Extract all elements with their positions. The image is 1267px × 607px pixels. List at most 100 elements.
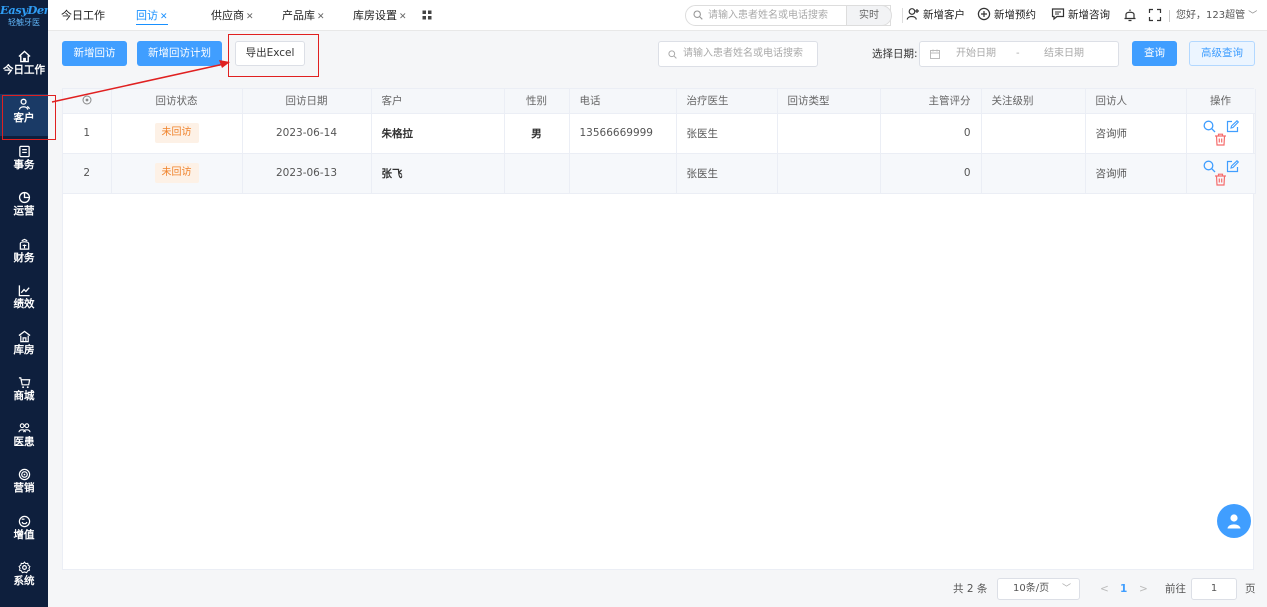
tab-label: 产品库 — [282, 9, 315, 22]
settings-column-header[interactable] — [63, 89, 112, 114]
edit-icon[interactable] — [1226, 160, 1239, 173]
table-row[interactable]: 2 未回访 2023-06-13 张飞 张医生 0 咨询师 — [63, 153, 1256, 194]
sidebar-item-value-added[interactable]: 增值 — [0, 511, 48, 553]
sidebar-item-label: 财务 — [13, 252, 35, 264]
sidebar-item-mall[interactable]: 商城 — [0, 372, 48, 414]
tab-today[interactable]: 今日工作 — [61, 0, 105, 31]
new-customer-label: 新增客户 — [923, 9, 965, 21]
next-page-button[interactable]: > — [1139, 578, 1148, 600]
sidebar-item-warehouse[interactable]: 库房 — [0, 326, 48, 368]
visit-date: 2023-06-14 — [242, 113, 372, 154]
brand-subtitle: 轻触牙医 — [8, 18, 40, 27]
date-label: 选择日期: — [872, 48, 918, 60]
sidebar-item-label: 系统 — [13, 575, 35, 587]
customer-service-button[interactable] — [1217, 504, 1251, 538]
tab-supplier[interactable]: 供应商 ✕ — [211, 0, 254, 31]
tab-label: 今日工作 — [61, 9, 105, 22]
new-appointment-button[interactable]: 新增预约 — [977, 0, 1036, 31]
tab-label: 供应商 — [211, 9, 244, 22]
customer-name[interactable]: 张飞 — [371, 153, 505, 194]
doctor: 张医生 — [676, 153, 778, 194]
sidebar-item-label: 今日工作 — [3, 64, 45, 76]
fullscreen-icon[interactable] — [1148, 8, 1162, 22]
divider — [902, 8, 903, 23]
row-actions — [1186, 113, 1256, 154]
advanced-query-button[interactable]: 高级查询 — [1189, 41, 1255, 66]
page-number-current[interactable]: 1 — [1120, 578, 1127, 600]
sidebar-item-label: 库房 — [13, 344, 35, 356]
column-header: 操作 — [1186, 89, 1256, 114]
row-actions — [1186, 153, 1256, 194]
settings-icon — [17, 561, 31, 574]
tab-close-icon[interactable]: ✕ — [246, 12, 254, 22]
chevron-down-icon: ﹀ — [1061, 584, 1071, 594]
status-badge: 未回访 — [154, 123, 199, 143]
realtime-button[interactable]: 实时 — [846, 5, 892, 26]
grid-menu-icon[interactable] — [422, 10, 432, 20]
visitor: 咨询师 — [1085, 153, 1187, 194]
search-icon[interactable] — [1203, 160, 1216, 173]
visitor: 咨询师 — [1085, 113, 1187, 154]
date-range-picker[interactable]: 开始日期 - 结束日期 — [919, 41, 1119, 67]
goto-prefix: 前往 — [1165, 583, 1186, 595]
delete-icon[interactable] — [1214, 133, 1227, 146]
user-menu[interactable]: 您好，123超管 ﹀ — [1176, 0, 1257, 32]
tab-label: 库房设置 — [353, 9, 397, 22]
tab-close-icon[interactable]: ✕ — [317, 12, 325, 22]
new-visit-plan-button[interactable]: 新增回访计划 — [137, 41, 222, 66]
patient-search-input[interactable]: 请输入患者姓名或电话搜索 — [658, 41, 818, 67]
column-header: 性别 — [504, 89, 570, 114]
tab-product-library[interactable]: 产品库 ✕ — [282, 0, 325, 31]
delete-icon[interactable] — [1214, 173, 1227, 186]
search-icon — [693, 10, 703, 20]
sidebar-item-label: 营销 — [13, 482, 35, 494]
table-row[interactable]: 1 未回访 2023-06-14 朱格拉 男 13566669999 张医生 0… — [63, 113, 1256, 154]
phone — [569, 153, 677, 194]
goto-suffix: 页 — [1245, 583, 1256, 595]
sidebar-item-marketing[interactable]: 营销 — [0, 464, 48, 506]
user-greeting: 您好，123超管 — [1176, 10, 1246, 21]
tab-close-icon[interactable]: ✕ — [399, 12, 407, 22]
score: 0 — [880, 153, 982, 194]
customer-name[interactable]: 朱格拉 — [371, 113, 505, 154]
new-customer-button[interactable]: 新增客户 — [906, 0, 965, 31]
score: 0 — [880, 113, 982, 154]
row-index: 2 — [63, 153, 112, 194]
column-header: 客户 — [371, 89, 505, 114]
query-button[interactable]: 查询 — [1132, 41, 1177, 66]
search-icon[interactable] — [1203, 120, 1216, 133]
end-date-placeholder: 结束日期 — [1044, 48, 1084, 59]
sidebar-item-affairs[interactable]: 事务 — [0, 141, 48, 183]
new-appointment-label: 新增预约 — [994, 9, 1036, 21]
chevron-down-icon: ﹀ — [1248, 11, 1258, 21]
divider — [1169, 10, 1170, 22]
tab-visit[interactable]: 回访 ✕ — [136, 0, 168, 31]
column-header: 治疗医生 — [676, 89, 778, 114]
annotation-highlight-box — [2, 95, 56, 140]
settings-icon[interactable] — [82, 95, 92, 105]
sidebar-item-finance[interactable]: 财务 — [0, 234, 48, 276]
tab-warehouse-settings[interactable]: 库房设置 ✕ — [353, 0, 407, 31]
start-date-placeholder: 开始日期 — [956, 48, 996, 59]
finance-icon — [19, 238, 29, 250]
visit-type — [777, 153, 881, 194]
new-visit-button[interactable]: 新增回访 — [62, 41, 127, 66]
sidebar-item-doctor-patient[interactable]: 医患 — [0, 418, 48, 460]
sidebar-item-operations[interactable]: 运营 — [0, 187, 48, 229]
sidebar-item-system[interactable]: 系统 — [0, 557, 48, 599]
sidebar-item-label: 事务 — [13, 159, 35, 171]
status-cell: 未回访 — [111, 113, 243, 154]
new-consult-button[interactable]: 新增咨询 — [1051, 0, 1110, 31]
sidebar-item-today[interactable]: 今日工作 — [0, 46, 48, 88]
goto-page-input[interactable]: 1 — [1191, 578, 1237, 600]
edit-icon[interactable] — [1226, 120, 1239, 133]
column-header: 电话 — [569, 89, 677, 114]
sidebar-item-performance[interactable]: 绩效 — [0, 280, 48, 322]
sidebar-item-label: 运营 — [13, 205, 35, 217]
value-added-icon — [18, 515, 30, 528]
prev-page-button[interactable]: < — [1100, 578, 1109, 600]
calendar-icon — [930, 49, 940, 59]
tab-close-icon[interactable]: ✕ — [160, 12, 168, 22]
bell-icon[interactable] — [1123, 8, 1137, 22]
page-size-select[interactable]: 10条/页 ﹀ — [997, 578, 1080, 600]
